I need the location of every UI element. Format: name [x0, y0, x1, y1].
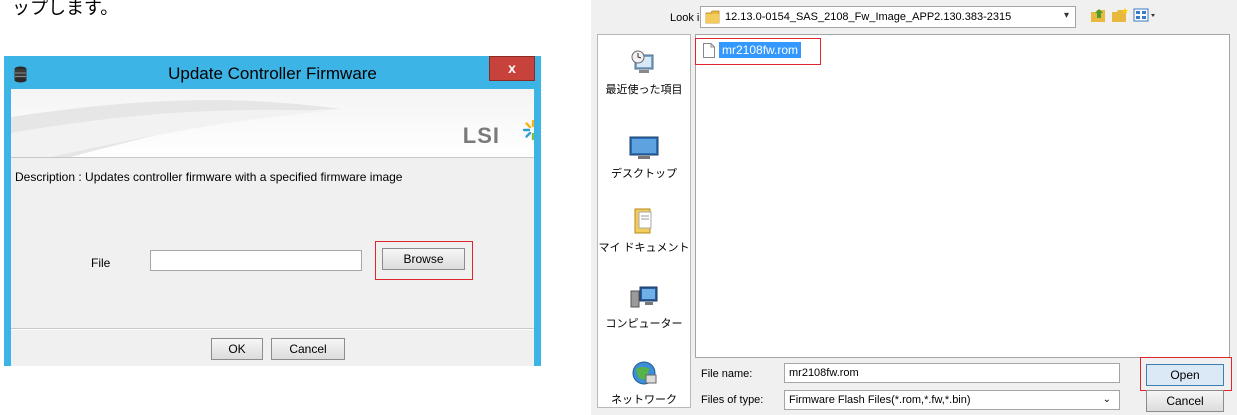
lsi-logo: LSI — [462, 123, 500, 148]
open-button[interactable]: Open — [1146, 364, 1224, 386]
file-name-label: File name: — [701, 368, 753, 380]
cancel-button[interactable]: Cancel — [271, 338, 345, 360]
open-file-dialog: Look in: 12.13.0-0154_SAS_2108_Fw_Image_… — [591, 0, 1237, 415]
cancel-button[interactable]: Cancel — [1146, 390, 1224, 412]
chevron-down-icon: ▾ — [1063, 10, 1069, 21]
places-item-label: ネットワーク — [611, 394, 677, 406]
file-name-input[interactable]: mr2108fw.rom — [784, 363, 1120, 383]
chevron-down-icon: ⌄ — [1102, 394, 1111, 405]
folder-icon — [705, 10, 721, 27]
selected-file-highlight-box — [695, 38, 821, 65]
dialog-body: Description : Updates controller firmwar… — [11, 157, 534, 329]
my-documents-icon — [598, 205, 690, 240]
recent-places-icon — [598, 47, 690, 82]
browse-button[interactable]: Browse — [382, 248, 465, 270]
places-item-network[interactable]: ネットワーク — [598, 359, 690, 407]
desktop-icon — [598, 133, 690, 166]
places-item-desktop[interactable]: デスクトップ — [598, 133, 690, 181]
places-item-label: 最近使った項目 — [605, 84, 683, 96]
places-item-label: マイ ドキュメント — [598, 242, 690, 254]
file-type-dropdown[interactable]: Firmware Flash Files(*.rom,*.fw,*.bin) ⌄ — [784, 390, 1120, 410]
places-item-label: デスクトップ — [611, 168, 677, 180]
close-button[interactable]: x — [489, 56, 535, 81]
places-bar: 最近使った項目 デスクトップ マイ ドキュメント コンピューター ネットワーク — [597, 34, 691, 408]
view-menu-icon[interactable] — [1133, 7, 1157, 26]
update-firmware-dialog: Update Controller Firmware x LSI Descrip… — [4, 56, 541, 366]
up-folder-icon[interactable] — [1090, 7, 1108, 26]
file-type-label: Files of type: — [701, 394, 764, 406]
look-in-dropdown[interactable]: 12.13.0-0154_SAS_2108_Fw_Image_APP2.130.… — [700, 6, 1076, 28]
computer-icon — [598, 283, 690, 316]
network-icon — [598, 359, 690, 392]
dialog-title: Update Controller Firmware — [168, 64, 377, 83]
places-item-computer[interactable]: コンピューター — [598, 283, 690, 331]
places-item-label: コンピューター — [605, 318, 683, 330]
dialog-footer: OK Cancel — [11, 330, 534, 366]
file-list[interactable]: mr2108fw.rom — [695, 34, 1230, 358]
description-text: Description : Updates controller firmwar… — [15, 170, 403, 184]
places-item-my-documents[interactable]: マイ ドキュメント — [598, 205, 690, 255]
dialog-banner: LSI — [11, 89, 534, 157]
file-type-value: Firmware Flash Files(*.rom,*.fw,*.bin) — [789, 394, 971, 406]
places-item-recent[interactable]: 最近使った項目 — [598, 47, 690, 97]
file-label: File — [91, 256, 111, 270]
look-in-value: 12.13.0-0154_SAS_2108_Fw_Image_APP2.130.… — [725, 11, 1012, 23]
new-folder-icon[interactable] — [1111, 7, 1129, 26]
file-path-input[interactable] — [150, 250, 362, 271]
ok-button[interactable]: OK — [211, 338, 263, 360]
dialog-titlebar[interactable]: Update Controller Firmware x — [11, 56, 535, 89]
page-text-fragment: ップします。 — [12, 0, 119, 18]
banner-swoosh — [11, 100, 341, 157]
